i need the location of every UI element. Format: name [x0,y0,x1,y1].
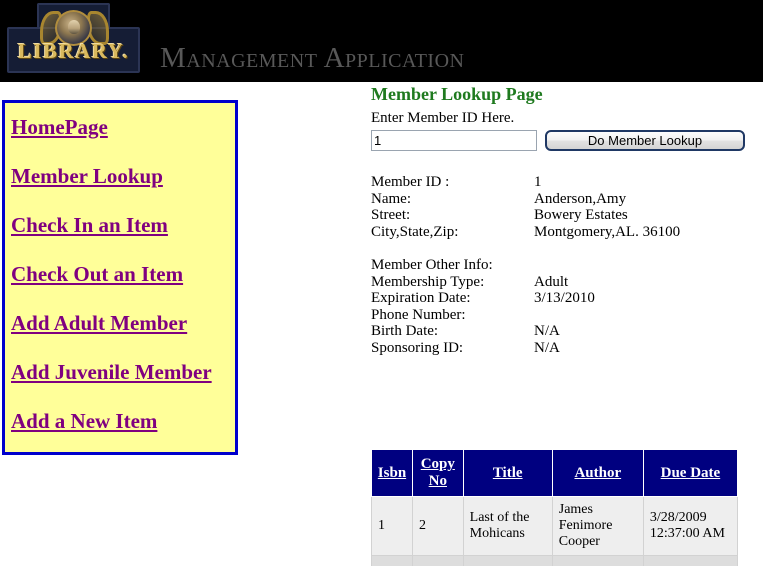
column-header-author-label[interactable]: Author [574,465,621,481]
detail-value-sponsoring-id: N/A [534,339,560,356]
table-header-row: Isbn Copy No Title Author Due Date [371,449,739,497]
detail-value-name: Anderson,Amy [534,190,627,207]
detail-label-membership-type: Membership Type: [371,273,485,290]
column-header-isbn-label[interactable]: Isbn [378,465,406,481]
main-content: Member Lookup Page Enter Member ID Here.… [371,84,763,356]
cell-due-date [642,555,739,566]
page-title: Member Lookup Page [371,84,543,104]
app-title: Management Application [160,42,465,74]
detail-value-member-id: 1 [534,174,542,190]
column-header-due-date-label[interactable]: Due Date [661,465,721,481]
sidebar-nav: HomePage Member Lookup Check In an Item … [2,100,238,455]
detail-label-city-state-zip: City,State,Zip: [371,223,459,240]
do-member-lookup-button[interactable]: Do Member Lookup [545,130,745,151]
library-management-page: LIBRARY. Management Application HomePage… [0,0,763,566]
detail-label-expiration-date: Expiration Date: [371,290,471,306]
detail-value-city-state-zip: Montgomery,AL. 36100 [534,223,681,240]
detail-row-city-state-zip: City,State,Zip: Montgomery,AL. 36100 [371,224,763,241]
detail-label-sponsoring-id: Sponsoring ID: [371,339,464,356]
other-info-heading: Member Other Info: [371,257,493,273]
detail-label-phone-number: Phone Number: [371,306,466,323]
detail-row-street: Street: Bowery Estates [371,207,763,224]
detail-value-expiration-date: 3/13/2010 [534,290,595,306]
detail-label-member-id: Member ID : [371,174,450,190]
column-header-isbn[interactable]: Isbn [371,449,413,497]
detail-row-sponsoring-id: Sponsoring ID: N/A [371,340,763,357]
cell-author [551,555,644,566]
detail-row-expiration-date: Expiration Date: 3/13/2010 [371,290,763,307]
sidebar-item-check-in-item[interactable]: Check In an Item [11,213,168,238]
cell-isbn: 1 [371,496,413,556]
sidebar-item-add-juvenile-member[interactable]: Add Juvenile Member [11,360,212,385]
detail-row-phone-number: Phone Number: [371,307,763,324]
column-header-title-label[interactable]: Title [493,465,523,481]
member-other-info: Member Other Info: Membership Type: Adul… [371,257,763,356]
cell-due-date: 3/28/2009 12:37:00 AM [642,496,739,556]
detail-row-name: Name: Anderson,Amy [371,191,763,208]
detail-label-name: Name: [371,190,411,207]
cell-isbn [371,555,413,566]
member-details: Member ID : 1 Name: Anderson,Amy Street:… [371,174,763,240]
column-header-author[interactable]: Author [551,449,644,497]
table-row [371,555,739,566]
lookup-form: Do Member Lookup [371,130,763,151]
column-header-title[interactable]: Title [462,449,553,497]
library-logo: LIBRARY. [7,3,140,73]
column-header-copy-no-label[interactable]: Copy No [421,456,455,489]
member-id-label: Enter Member ID Here. [371,110,515,126]
logo-wordmark: LIBRARY. [17,39,130,63]
site-banner: LIBRARY. Management Application [0,0,763,82]
detail-row-member-id: Member ID : 1 [371,174,763,191]
sidebar-item-add-adult-member[interactable]: Add Adult Member [11,311,187,336]
detail-row-membership-type: Membership Type: Adult [371,274,763,291]
cell-copy-no: 2 [411,496,464,556]
detail-label-birth-date: Birth Date: [371,323,439,339]
checked-out-items-table: Isbn Copy No Title Author Due Date 1 2 L… [371,449,739,566]
cell-title: Last of the Mohicans [462,496,553,556]
detail-label-street: Street: [371,207,411,223]
detail-row-birth-date: Birth Date: N/A [371,323,763,340]
detail-value-street: Bowery Estates [534,207,628,223]
member-id-input[interactable] [371,130,537,151]
detail-value-birth-date: N/A [534,323,560,339]
sidebar-item-homepage[interactable]: HomePage [11,115,108,140]
sidebar-item-add-new-item[interactable]: Add a New Item [11,409,157,434]
cell-author: James Fenimore Cooper [551,496,644,556]
cell-title [462,555,553,566]
column-header-due-date[interactable]: Due Date [642,449,739,497]
cell-copy-no [411,555,464,566]
sidebar-item-member-lookup[interactable]: Member Lookup [11,164,163,189]
table-row: 1 2 Last of the Mohicans James Fenimore … [371,496,739,556]
detail-value-membership-type: Adult [534,273,569,290]
column-header-copy-no[interactable]: Copy No [411,449,464,497]
sidebar-item-check-out-item[interactable]: Check Out an Item [11,262,183,287]
